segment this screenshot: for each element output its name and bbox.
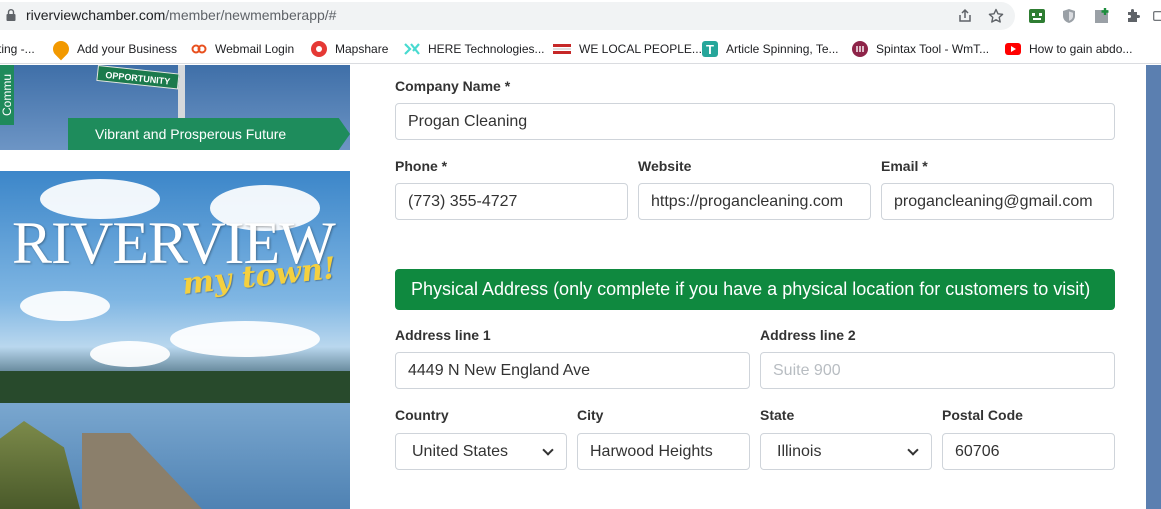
bookmark-7-label: Spintax Tool - WmT... [876, 42, 990, 56]
treeline [0, 371, 350, 403]
bookmark-4[interactable]: HERE Technologies... [404, 40, 545, 58]
share-icon[interactable] [955, 6, 975, 26]
email-label: Email * [881, 158, 928, 174]
url-text[interactable]: riverviewchamber.com/member/newmemberapp… [26, 7, 336, 23]
state-value: Illinois [777, 442, 822, 460]
lock-icon[interactable] [6, 9, 16, 21]
chevron-down-icon [907, 443, 919, 456]
star-icon[interactable] [986, 6, 1006, 26]
phone-label: Phone * [395, 158, 448, 174]
url-domain: riverviewchamber.com [26, 7, 166, 23]
country-label: Country [395, 407, 449, 423]
bookmark-6-label: Article Spinning, Te... [726, 42, 839, 56]
physical-address-header: Physical Address (only complete if you h… [395, 269, 1115, 310]
email-input[interactable] [881, 183, 1114, 220]
globe-icon [311, 41, 327, 57]
banner-side-text: Commu [0, 65, 14, 125]
youtube-icon [1005, 43, 1021, 55]
side-panel-icon[interactable] [1153, 6, 1161, 26]
website-label: Website [638, 158, 692, 174]
phone-input[interactable] [395, 183, 628, 220]
riverview-photo: RIVERVIEW my town! [0, 171, 350, 509]
address-line-1-label: Address line 1 [395, 327, 491, 343]
state-label: State [760, 407, 795, 423]
country-select[interactable]: United States [395, 433, 567, 470]
postal-code-input[interactable] [942, 433, 1115, 470]
city-input[interactable] [577, 433, 750, 470]
bookmark-0[interactable]: ting -... [0, 40, 35, 58]
right-accent-stripe [1146, 65, 1161, 509]
website-input[interactable] [638, 183, 871, 220]
country-value: United States [412, 442, 509, 460]
url-path: /member/newmemberapp/# [165, 7, 337, 23]
add-extension-icon[interactable] [1092, 6, 1112, 26]
address-line-1-input[interactable] [395, 352, 750, 389]
cloud [90, 341, 170, 367]
puzzle-icon[interactable] [1123, 6, 1143, 26]
address-line-2-input[interactable] [760, 352, 1115, 389]
bookmarks-bar: ting -... Add your Business Webmail Logi… [0, 32, 1161, 64]
opportunity-sign: OPPORTUNITY [96, 65, 180, 90]
bookmark-6[interactable]: T Article Spinning, Te... [702, 40, 839, 58]
extension-green-icon[interactable] [1027, 6, 1047, 26]
page-content: Commu OPPORTUNITY Vibrant and Prosperous… [0, 65, 1161, 509]
bookmark-4-label: HERE Technologies... [428, 42, 545, 56]
bookmark-1-label: Add your Business [77, 42, 178, 56]
company-name-label: Company Name * [395, 78, 511, 94]
state-select[interactable]: Illinois [760, 433, 932, 470]
bookmark-5[interactable]: WE LOCAL PEOPLE... [553, 40, 702, 58]
city-label: City [577, 407, 604, 423]
address-line-2-label: Address line 2 [760, 327, 856, 343]
cloud [20, 291, 110, 321]
here-icon [404, 41, 420, 57]
community-banner-image: Commu OPPORTUNITY Vibrant and Prosperous… [0, 65, 350, 150]
flag-icon [553, 41, 571, 57]
link-icon [191, 41, 207, 57]
postal-code-label: Postal Code [942, 407, 1023, 423]
bookmark-8[interactable]: How to gain abdo... [1005, 40, 1132, 58]
shield-icon[interactable] [1059, 6, 1079, 26]
bookmark-5-label: WE LOCAL PEOPLE... [579, 42, 702, 56]
bookmark-3[interactable]: Mapshare [311, 40, 388, 58]
banner-ribbon: Vibrant and Prosperous Future [68, 118, 350, 150]
cloud [170, 321, 320, 357]
chevron-down-icon [542, 443, 554, 456]
pin-icon [49, 37, 73, 61]
bookmark-2[interactable]: Webmail Login [191, 40, 294, 58]
bookmark-8-label: How to gain abdo... [1029, 42, 1133, 56]
bookmark-3-label: Mapshare [335, 42, 389, 56]
bookmark-1[interactable]: Add your Business [49, 37, 178, 61]
t-icon: T [702, 41, 718, 57]
spintax-icon [852, 41, 868, 57]
company-name-input[interactable] [395, 103, 1115, 140]
bookmark-0-label: ting -... [0, 42, 35, 56]
address-bar: riverviewchamber.com/member/newmemberapp… [0, 0, 1161, 32]
bookmark-7[interactable]: Spintax Tool - WmT... [852, 40, 989, 58]
bookmark-2-label: Webmail Login [215, 42, 295, 56]
